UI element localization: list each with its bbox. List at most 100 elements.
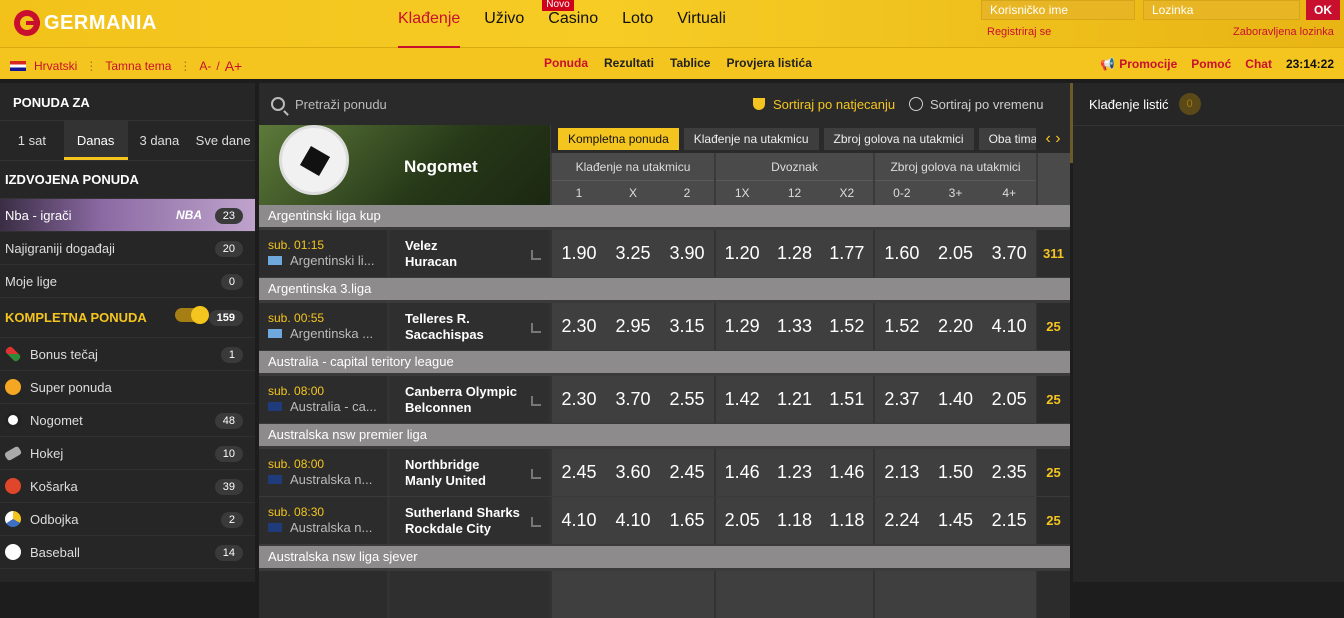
odd-button[interactable]: 1.46 [821,462,873,483]
more-markets-button[interactable]: 25 [1037,303,1070,350]
odd-button[interactable]: 1.28 [768,243,820,264]
pomoc-link[interactable]: Pomoć [1191,57,1231,71]
sidebar-item-nba[interactable]: Nba - igrači NBA 23 [0,199,255,232]
sidebar-item-bonus[interactable]: Bonus tečaj 1 [0,338,255,371]
sidebar-item-odbojka[interactable]: Odbojka 2 [0,503,255,536]
odd-button[interactable]: 1.40 [929,389,983,410]
odd-button[interactable]: 2.37 [875,389,929,410]
subnav-ponuda[interactable]: Ponuda [544,56,588,70]
tab-3-dana[interactable]: 3 dana [128,121,192,160]
font-bigger-button[interactable]: A+ [225,58,243,74]
odd-button[interactable]: 3.70 [982,243,1036,264]
sidebar-item-kosarka[interactable]: Košarka 39 [0,470,255,503]
odd-button[interactable]: 1.65 [660,510,714,531]
odd-button[interactable]: 1.18 [768,510,820,531]
odd-button[interactable]: 1.42 [716,389,768,410]
more-markets-button[interactable]: 25 [1037,449,1070,496]
odd-button[interactable]: 2.45 [552,462,606,483]
sidebar-item-najigraniji[interactable]: Najigraniji događaji 20 [0,232,255,265]
odd-button[interactable]: 2.35 [982,462,1036,483]
odd-button[interactable]: 1.50 [929,462,983,483]
odd-button[interactable]: 3.25 [606,243,660,264]
odd-button[interactable]: 1.23 [768,462,820,483]
match-teams[interactable]: Northbridge Manly United [390,449,549,496]
market-tab-zbroj-golova[interactable]: Zbroj golova na utakmici [823,128,974,150]
sidebar-full-offer[interactable]: KOMPLETNA PONUDA 159 [0,298,255,338]
font-smaller-button[interactable]: A- [199,59,211,73]
odd-button[interactable]: 4.10 [606,510,660,531]
league-header[interactable]: Australska nsw premier liga [259,424,1070,446]
odd-button[interactable]: 2.24 [875,510,929,531]
odd-button[interactable]: 3.60 [606,462,660,483]
odd-button[interactable]: 1.21 [768,389,820,410]
register-link[interactable]: Registriraj se [987,26,1051,38]
subnav-rezultati[interactable]: Rezultati [604,56,654,70]
league-header[interactable]: Argentinski liga kup [259,205,1070,227]
odd-button[interactable]: 1.46 [716,462,768,483]
league-header[interactable]: Australska nsw liga sjever [259,546,1070,568]
tab-sve-dane[interactable]: Sve dane [191,121,255,160]
odd-button[interactable]: 2.05 [716,510,768,531]
match-teams[interactable]: Telleres R. Sacachispas [390,303,549,350]
sort-by-time[interactable]: Sortiraj po vremenu [909,97,1043,112]
subnav-tablice[interactable]: Tablice [670,56,710,70]
odd-button[interactable]: 1.60 [875,243,929,264]
match-teams[interactable]: Canberra Olympic Belconnen [390,376,549,423]
search-input[interactable]: Pretraži ponudu [295,97,387,112]
sidebar-item-hokej[interactable]: Hokej 10 [0,437,255,470]
sidebar-item-baseball[interactable]: Baseball 14 [0,536,255,569]
odd-button[interactable]: 2.05 [982,389,1036,410]
more-markets-button[interactable]: 311 [1037,230,1070,277]
league-header[interactable]: Argentinska 3.liga [259,278,1070,300]
more-markets-button[interactable]: 25 [1037,376,1070,423]
league-header[interactable]: Australia - capital teritory league [259,351,1070,373]
odd-button[interactable]: 4.10 [982,316,1036,337]
subnav-provjera[interactable]: Provjera listića [726,56,811,70]
sort-by-competition[interactable]: Sortiraj po natjecanju [753,97,895,112]
sidebar-item-super-ponuda[interactable]: Super ponuda [0,371,255,404]
odd-button[interactable]: 1.33 [768,316,820,337]
login-ok-button[interactable]: OK [1306,0,1340,20]
odd-button[interactable]: 2.30 [552,316,606,337]
odd-button[interactable]: 2.13 [875,462,929,483]
match-teams[interactable]: Sutherland Sharks Rockdale City [390,497,549,544]
odd-button[interactable]: 1.18 [821,510,873,531]
match-teams[interactable]: Velez Huracan [390,230,549,277]
promocije-link[interactable]: Promocije [1119,57,1177,71]
odd-button[interactable]: 1.52 [821,316,873,337]
sidebar-item-nogomet[interactable]: Nogomet 48 [0,404,255,437]
password-input[interactable]: Lozinka [1143,0,1300,20]
market-tab-kladenje[interactable]: Klađenje na utakmicu [683,128,819,150]
odd-button[interactable]: 2.05 [929,243,983,264]
odd-button[interactable]: 4.10 [552,510,606,531]
odd-button[interactable]: 2.95 [606,316,660,337]
nav-kladenje[interactable]: Klađenje [398,0,461,48]
nav-uzivo[interactable]: Uživo [484,0,524,48]
search-bar[interactable]: Pretraži ponudu Sortiraj po natjecanju S… [259,83,1070,125]
odd-button[interactable]: 1.45 [929,510,983,531]
theme-toggle[interactable]: Tamna tema [105,59,171,73]
odd-button[interactable]: 1.29 [716,316,768,337]
odd-button[interactable]: 1.77 [821,243,873,264]
more-markets-button[interactable]: 25 [1037,497,1070,544]
odd-button[interactable]: 2.15 [982,510,1036,531]
odd-button[interactable]: 1.90 [552,243,606,264]
tab-1-sat[interactable]: 1 sat [0,121,64,160]
odd-button[interactable]: 2.20 [929,316,983,337]
tab-danas[interactable]: Danas [63,121,128,160]
nav-casino[interactable]: Novo Casino [542,0,598,48]
odd-button[interactable]: 2.45 [660,462,714,483]
full-offer-toggle[interactable] [175,306,209,324]
forgot-password-link[interactable]: Zaboravljena lozinka [1233,26,1334,38]
odd-button[interactable]: 3.90 [660,243,714,264]
odd-button[interactable]: 3.15 [660,316,714,337]
chat-link[interactable]: Chat [1245,57,1272,71]
odd-button[interactable]: 1.52 [875,316,929,337]
language-select[interactable]: Hrvatski [34,59,77,73]
germania-logo[interactable]: GERMANIA [14,8,157,38]
market-tab-kompletna[interactable]: Kompletna ponuda [558,128,679,150]
odd-button[interactable]: 2.55 [660,389,714,410]
odd-button[interactable]: 1.20 [716,243,768,264]
odd-button[interactable]: 3.70 [606,389,660,410]
market-tabs-arrows[interactable]: ‹ › [1036,125,1070,153]
